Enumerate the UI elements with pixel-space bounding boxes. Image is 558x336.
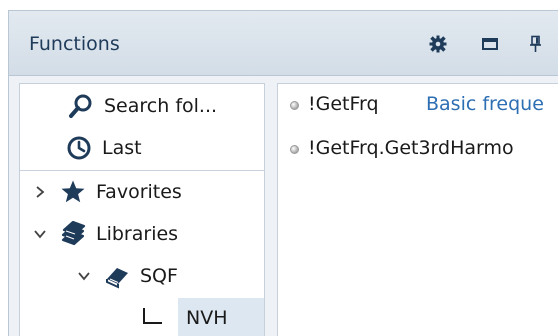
tree-item-label: Search fol... xyxy=(104,95,218,117)
clock-icon xyxy=(66,135,92,161)
pin-icon[interactable] xyxy=(527,35,545,53)
bullet-icon xyxy=(290,101,299,110)
tree-item-favorites[interactable]: Favorites xyxy=(20,172,264,212)
panel-titlebar: Functions xyxy=(9,11,558,76)
function-row[interactable]: !GetFrq.Get3rdHarmo xyxy=(278,130,558,166)
tree-item-label: SQF xyxy=(140,265,178,287)
chevron-down-icon[interactable] xyxy=(32,225,48,243)
tree-item-nvh[interactable]: NVH xyxy=(20,298,264,336)
tree-item-sqf[interactable]: SQF xyxy=(20,256,264,296)
tree-item-label: NVH xyxy=(186,307,228,329)
books-icon xyxy=(60,220,86,247)
function-name: !GetFrq xyxy=(308,93,379,115)
tree-item-libraries[interactable]: Libraries xyxy=(20,214,264,254)
gear-icon[interactable] xyxy=(429,35,447,53)
star-icon xyxy=(60,179,86,205)
folder-tree: Search fol... Last Favorites Libraries S… xyxy=(19,83,265,336)
function-description: Basic freque xyxy=(426,93,544,115)
tree-item-label: Last xyxy=(102,137,142,159)
function-list: !GetFrq Basic freque !GetFrq.Get3rdHarmo xyxy=(277,83,558,336)
functions-panel: Functions Search fol... Last Favorites L… xyxy=(8,10,558,336)
tree-item-last[interactable]: Last xyxy=(20,128,264,168)
tree-item-label: Favorites xyxy=(96,181,182,203)
tree-item-label: Libraries xyxy=(96,223,179,245)
tree-item-search-folder[interactable]: Search fol... xyxy=(20,86,264,126)
panel-title: Functions xyxy=(29,33,120,55)
maximize-icon[interactable] xyxy=(481,35,499,53)
tree-divider xyxy=(20,170,264,171)
bullet-icon xyxy=(290,145,299,154)
chevron-right-icon[interactable] xyxy=(32,183,48,201)
chevron-down-icon[interactable] xyxy=(76,267,92,285)
tree-connector-icon xyxy=(140,305,166,331)
book-icon xyxy=(104,263,130,289)
search-icon xyxy=(68,93,94,119)
function-row[interactable]: !GetFrq Basic freque xyxy=(278,86,558,122)
function-name: !GetFrq.Get3rdHarmo xyxy=(308,137,514,159)
